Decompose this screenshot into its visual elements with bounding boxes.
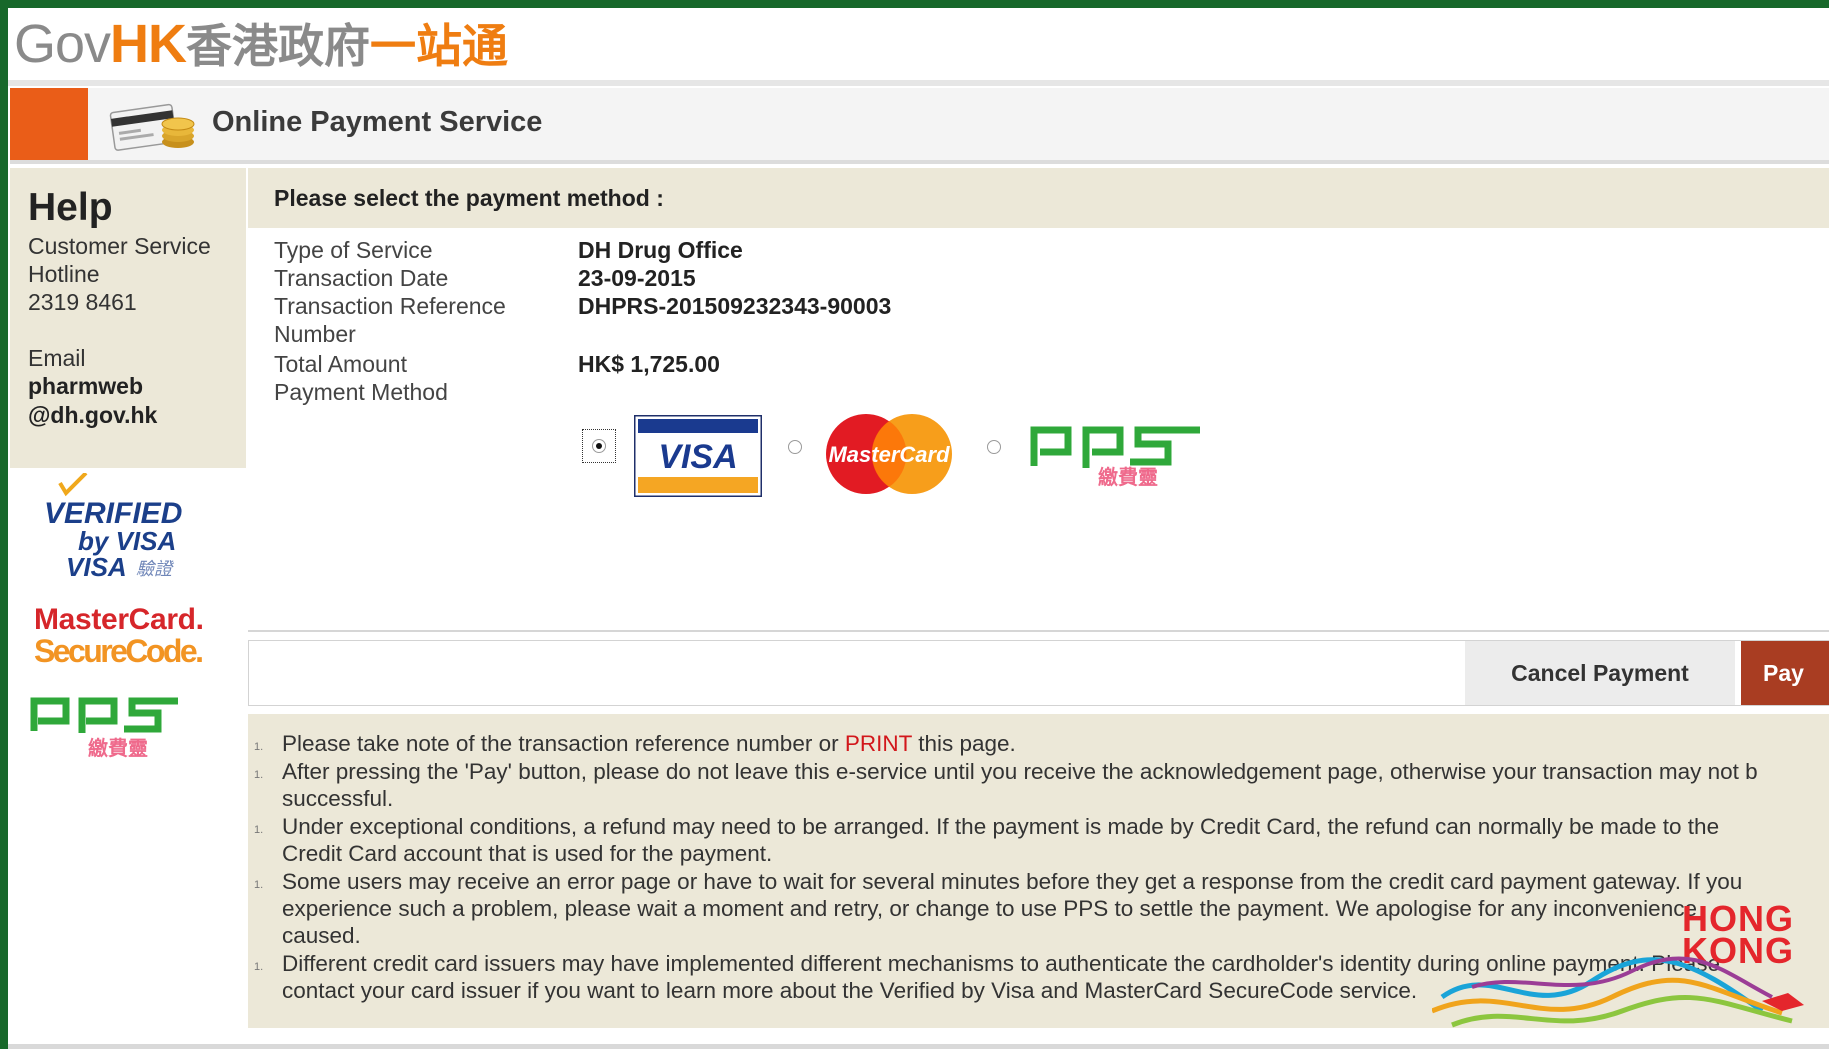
pps-radio[interactable] [987, 440, 1001, 454]
payment-method-heading-bar: Please select the payment method : [248, 168, 1829, 228]
payment-method-label: Payment Method [274, 379, 448, 405]
brand-kong-text: KONG [1682, 930, 1794, 971]
print-link[interactable]: PRINT [845, 731, 912, 756]
visa-logo[interactable]: VISA [634, 415, 762, 497]
visa-radio[interactable] [592, 439, 606, 453]
visa-text: VISA [66, 552, 127, 582]
securecode-line2: SecureCode. [34, 633, 204, 669]
note-3-cont: Credit Card account that is used for the… [282, 841, 773, 866]
pps-logo-zh: 繳費靈 [1098, 465, 1158, 488]
mastercard-logo-text: MasterCard [828, 442, 950, 467]
visa-logo-text: VISA [658, 438, 737, 476]
title-accent-block [10, 88, 88, 160]
note-bullet: 1. [254, 741, 264, 753]
note-3: 1. Under exceptional conditions, a refun… [254, 813, 1822, 841]
payment-card-icon [109, 103, 195, 151]
pps-badge-logo: 繳費靈 [30, 697, 178, 760]
transaction-ref-label: Transaction Reference [274, 293, 506, 319]
pps-logo[interactable]: 繳費靈 [1028, 418, 1208, 488]
total-amount-value: HK$ 1,725.00 [578, 351, 720, 377]
note-4: 1. Some users may receive an error page … [254, 868, 1822, 896]
logo-hk-text: HK [110, 14, 187, 74]
transaction-ref-label-2: Number [274, 321, 356, 347]
pps-badge-zh: 繳費靈 [88, 736, 148, 760]
transaction-date-label: Transaction Date [274, 265, 449, 291]
note-2-text: After pressing the 'Pay' button, please … [282, 759, 1758, 784]
transaction-ref-value: DHPRS-201509232343-90003 [578, 293, 892, 319]
logo-gov-text: Gov [14, 14, 111, 74]
total-amount-label: Total Amount [274, 351, 407, 377]
footer-divider [8, 1044, 1829, 1049]
site-header: GovHK香港政府一站通 [8, 8, 1829, 80]
email-label: Email [28, 345, 86, 371]
visa-zh-text: 驗證 [136, 559, 175, 580]
help-panel: Help Customer Service Hotline 2319 8461 … [10, 168, 246, 468]
type-of-service-value: DH Drug Office [578, 237, 743, 263]
help-title: Help [28, 186, 113, 229]
mastercard-securecode-logo: MasterCard. SecureCode. [34, 603, 204, 669]
action-bar: Cancel Payment Pay [248, 640, 1829, 706]
note-bullet: 1. [254, 824, 264, 836]
mastercard-logo[interactable]: MasterCard [824, 412, 954, 496]
payment-method-heading: Please select the payment method : [274, 185, 664, 211]
govhk-logo[interactable]: GovHK香港政府一站通 [14, 14, 508, 76]
email-link-part1[interactable]: pharmweb [28, 372, 143, 400]
hotline-number: 2319 8461 [28, 289, 137, 315]
note-bullet: 1. [254, 961, 264, 973]
cancel-payment-button[interactable]: Cancel Payment [1465, 641, 1735, 705]
securecode-line1: MasterCard. [34, 603, 204, 636]
payment-page: GovHK香港政府一站通 Online Payment Service Help… [8, 8, 1829, 1049]
email-link-part2[interactable]: @dh.gov.hk [28, 401, 157, 429]
note-bullet: 1. [254, 769, 264, 781]
note-3-text: Under exceptional conditions, a refund m… [282, 814, 1720, 839]
type-of-service-label: Type of Service [274, 237, 433, 263]
logo-zh-orange-text: 一站通 [370, 20, 509, 72]
security-badges: VERIFIED by VISA VISA 驗證 MasterCard. Sec… [8, 471, 248, 823]
verified-by-visa-logo: VERIFIED by VISA VISA 驗證 [44, 471, 182, 582]
hotline-label: Customer Service [28, 233, 211, 259]
note-2-cont: successful. [282, 786, 394, 811]
note-2: 1. After pressing the 'Pay' button, plea… [254, 758, 1822, 786]
note-1: 1. Please take note of the transaction r… [254, 730, 1822, 758]
transaction-date-value: 23-09-2015 [578, 265, 696, 291]
note-4-text: Some users may receive an error page or … [282, 869, 1743, 894]
service-title-bar: Online Payment Service [10, 88, 1829, 164]
transaction-details: Type of Service DH Drug Office Transacti… [248, 228, 1829, 632]
note-1-text-b: this page. [918, 731, 1016, 756]
visa-radio-focus[interactable] [582, 429, 616, 463]
note-1-text-a: Please take note of the transaction refe… [282, 731, 839, 756]
logo-zh-gray-text: 香港政府 [186, 20, 371, 72]
service-title: Online Payment Service [212, 106, 543, 138]
hong-kong-brand-logo: HONG KONG [1432, 901, 1804, 1028]
note-bullet: 1. [254, 879, 264, 891]
hotline-label-2: Hotline [28, 261, 100, 287]
pay-button[interactable]: Pay [1741, 641, 1829, 705]
header-divider [8, 80, 1829, 86]
mastercard-radio[interactable] [788, 440, 802, 454]
